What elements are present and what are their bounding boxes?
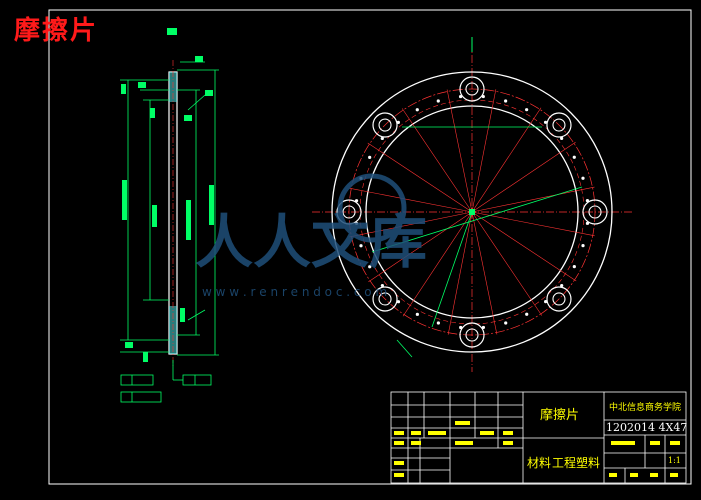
small-hole	[572, 155, 576, 159]
bottom-leader	[396, 339, 413, 358]
small-hole	[504, 99, 508, 103]
small-hole	[396, 300, 401, 304]
drawing-sheet: 人人文库 w w w . r e n r e n d o c . c o m 摩…	[0, 0, 701, 496]
cad-drawing-canvas: 人人文库 w w w . r e n r e n d o c . c o m	[48, 9, 692, 485]
small-hole	[560, 283, 564, 288]
small-hole	[581, 176, 585, 180]
small-hole	[581, 244, 585, 248]
small-hole	[415, 108, 419, 112]
small-hole	[560, 136, 564, 140]
small-hole	[396, 120, 400, 124]
title-block-drawing-number: 1202014 4X47	[606, 421, 688, 434]
watermark: 人人文库 w w w . r e n r e n d o c . c o m	[195, 173, 427, 299]
small-hole	[368, 155, 372, 159]
title-block-scale: 1:1	[668, 456, 681, 465]
dimension-labels	[121, 28, 214, 362]
small-hole	[525, 108, 529, 112]
small-hole	[504, 321, 508, 325]
watermark-url: w w w . r e n r e n d o c . c o m	[202, 285, 387, 299]
small-hole	[415, 312, 419, 316]
small-hole	[585, 221, 590, 225]
drawing-title: 摩擦片	[14, 16, 99, 46]
small-hole	[572, 265, 576, 269]
small-hole	[585, 198, 590, 203]
section-marker-icon	[167, 28, 177, 35]
center-mark-icon	[469, 209, 475, 215]
radius-dimension-line	[431, 211, 473, 328]
small-hole	[544, 300, 548, 304]
small-hole	[459, 325, 463, 330]
tolerance-frames	[120, 360, 212, 403]
front-view	[312, 37, 632, 372]
small-hole	[380, 136, 384, 141]
small-hole	[354, 199, 359, 203]
small-hole	[525, 312, 529, 316]
small-hole	[458, 94, 463, 99]
small-hole	[436, 99, 440, 103]
watermark-text: 人人文库	[195, 208, 427, 276]
small-hole	[481, 94, 485, 99]
small-hole	[481, 325, 486, 330]
title-block-material-value: 工程塑料	[552, 456, 601, 470]
title-block-school: 中北信息商务学院	[609, 403, 682, 413]
small-hole	[436, 321, 440, 325]
title-block-material-label: 材料	[527, 456, 552, 470]
small-hole	[543, 120, 548, 124]
title-block-part-name: 摩擦片	[540, 408, 580, 423]
